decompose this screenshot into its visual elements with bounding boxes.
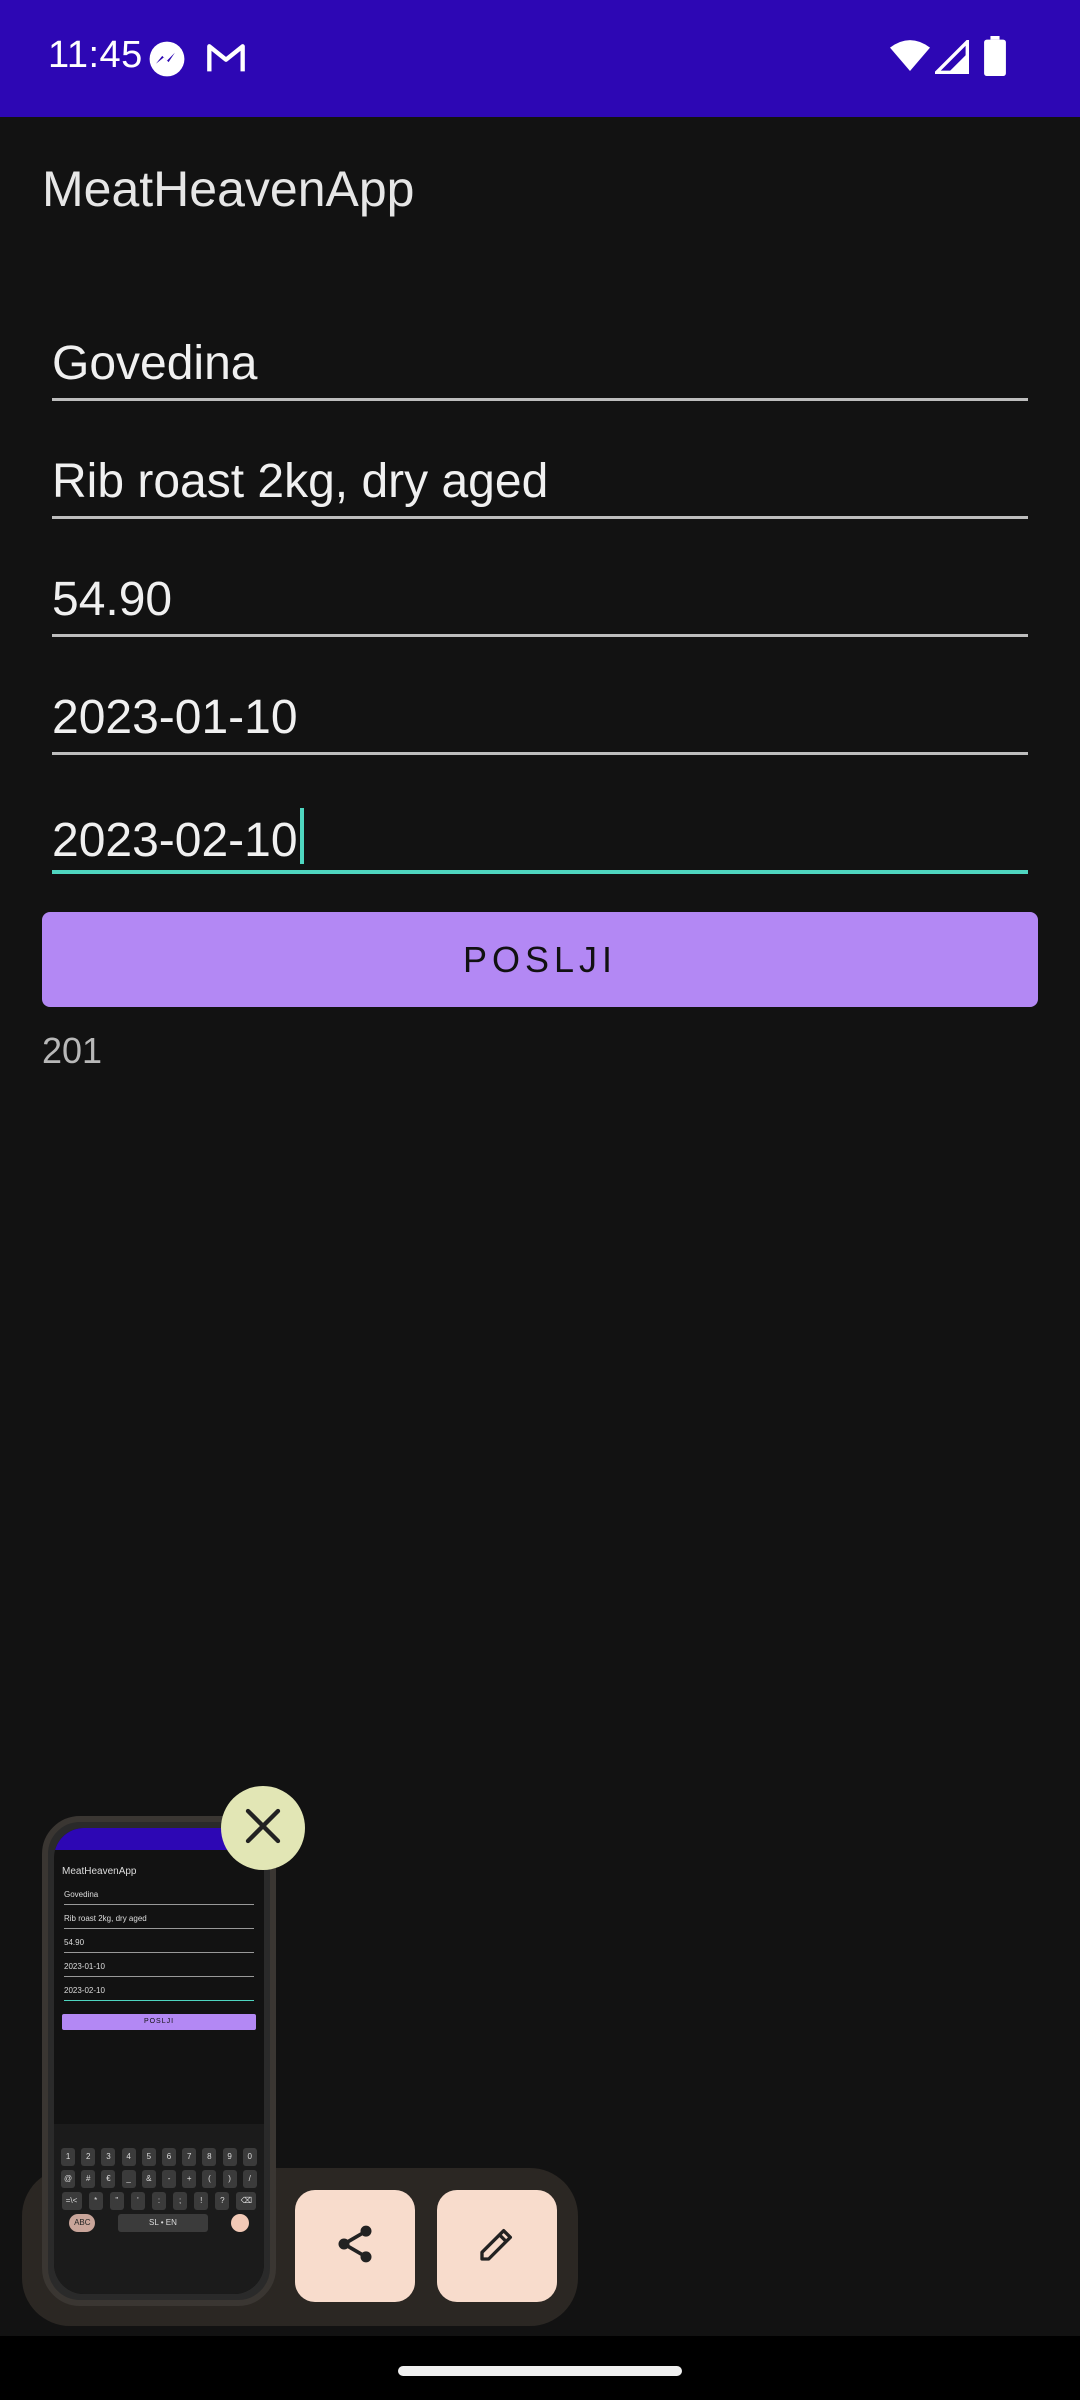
category-field[interactable]: Govedina <box>52 336 1028 401</box>
thumbnail-app-title: MeatHeavenApp <box>62 1866 137 1877</box>
battery-icon <box>984 36 1006 81</box>
thumbnail-keyboard: 1 2 3 4 5 6 7 8 9 0 @ # € _ & - + ( ) / … <box>54 2124 264 2294</box>
price-field[interactable]: 54.90 <box>52 572 1028 637</box>
thumbnail-key: & <box>141 2170 156 2188</box>
thumbnail-key: 7 <box>182 2148 197 2166</box>
status-time: 11:45 <box>48 34 143 76</box>
thumbnail-key: ABC <box>69 2214 96 2232</box>
thumbnail-key: ) <box>222 2170 237 2188</box>
thumbnail-key: 3 <box>101 2148 116 2166</box>
thumbnail-key: 2 <box>81 2148 96 2166</box>
screenshot-thumbnail[interactable]: MeatHeavenApp Govedina Rib roast 2kg, dr… <box>42 1816 276 2306</box>
thumbnail-key: - <box>162 2170 177 2188</box>
thumbnail-key: 6 <box>162 2148 177 2166</box>
signal-icon <box>932 37 969 79</box>
thumbnail-field: Rib roast 2kg, dry aged <box>64 1914 254 1929</box>
messenger-icon <box>148 40 186 83</box>
thumbnail-field: 54.90 <box>64 1938 254 1953</box>
start-date-field[interactable]: 2023-01-10 <box>52 690 1028 755</box>
thumbnail-key: € <box>101 2170 116 2188</box>
thumbnail-key: 9 <box>222 2148 237 2166</box>
thumbnail-key: " <box>109 2192 124 2210</box>
close-icon <box>243 1806 283 1851</box>
thumbnail-key: 5 <box>141 2148 156 2166</box>
thumbnail-enter-key <box>230 2214 249 2232</box>
thumbnail-key: ? <box>215 2192 230 2210</box>
thumbnail-key: # <box>81 2170 96 2188</box>
app-title: MeatHeavenApp <box>42 161 415 217</box>
send-button[interactable]: POSLJI <box>42 912 1038 1007</box>
thumbnail-key: * <box>88 2192 103 2210</box>
thumbnail-key: 1 <box>61 2148 76 2166</box>
thumbnail-field: Govedina <box>64 1890 254 1905</box>
thumbnail-key: ; <box>173 2192 188 2210</box>
thumbnail-key: ⌫ <box>236 2192 257 2210</box>
thumbnail-field: 2023-02-10 <box>64 1986 254 2001</box>
end-date-field[interactable]: 2023-02-10 <box>52 808 1028 874</box>
thumbnail-key: 0 <box>242 2148 257 2166</box>
thumbnail-key: _ <box>121 2170 136 2188</box>
thumbnail-field: 2023-01-10 <box>64 1962 254 1977</box>
thumbnail-spacebar: SL • EN <box>117 2214 208 2232</box>
close-screenshot-button[interactable] <box>221 1786 305 1870</box>
wifi-icon <box>890 38 930 79</box>
thumbnail-key: ! <box>194 2192 209 2210</box>
thumbnail-key: ' <box>130 2192 145 2210</box>
share-button[interactable] <box>295 2190 415 2302</box>
status-bar: 11:45 <box>0 0 1080 117</box>
edit-icon <box>477 2224 517 2269</box>
thumbnail-key: + <box>182 2170 197 2188</box>
thumbnail-key: ( <box>202 2170 217 2188</box>
thumbnail-key: =\< <box>61 2192 82 2210</box>
thumbnail-key: / <box>242 2170 257 2188</box>
share-icon <box>333 2222 377 2271</box>
end-date-value: 2023-02-10 <box>52 814 298 867</box>
description-field[interactable]: Rib roast 2kg, dry aged <box>52 454 1028 519</box>
edit-button[interactable] <box>437 2190 557 2302</box>
thumbnail-key: : <box>151 2192 166 2210</box>
thumbnail-key: 8 <box>202 2148 217 2166</box>
gmail-icon <box>206 40 246 81</box>
response-status: 201 <box>42 1030 103 1071</box>
text-cursor <box>299 808 304 864</box>
thumbnail-send-button: POSLJI <box>62 2014 256 2030</box>
home-gesture-handle[interactable] <box>398 2366 682 2376</box>
thumbnail-key: @ <box>61 2170 76 2188</box>
thumbnail-key: 4 <box>121 2148 136 2166</box>
